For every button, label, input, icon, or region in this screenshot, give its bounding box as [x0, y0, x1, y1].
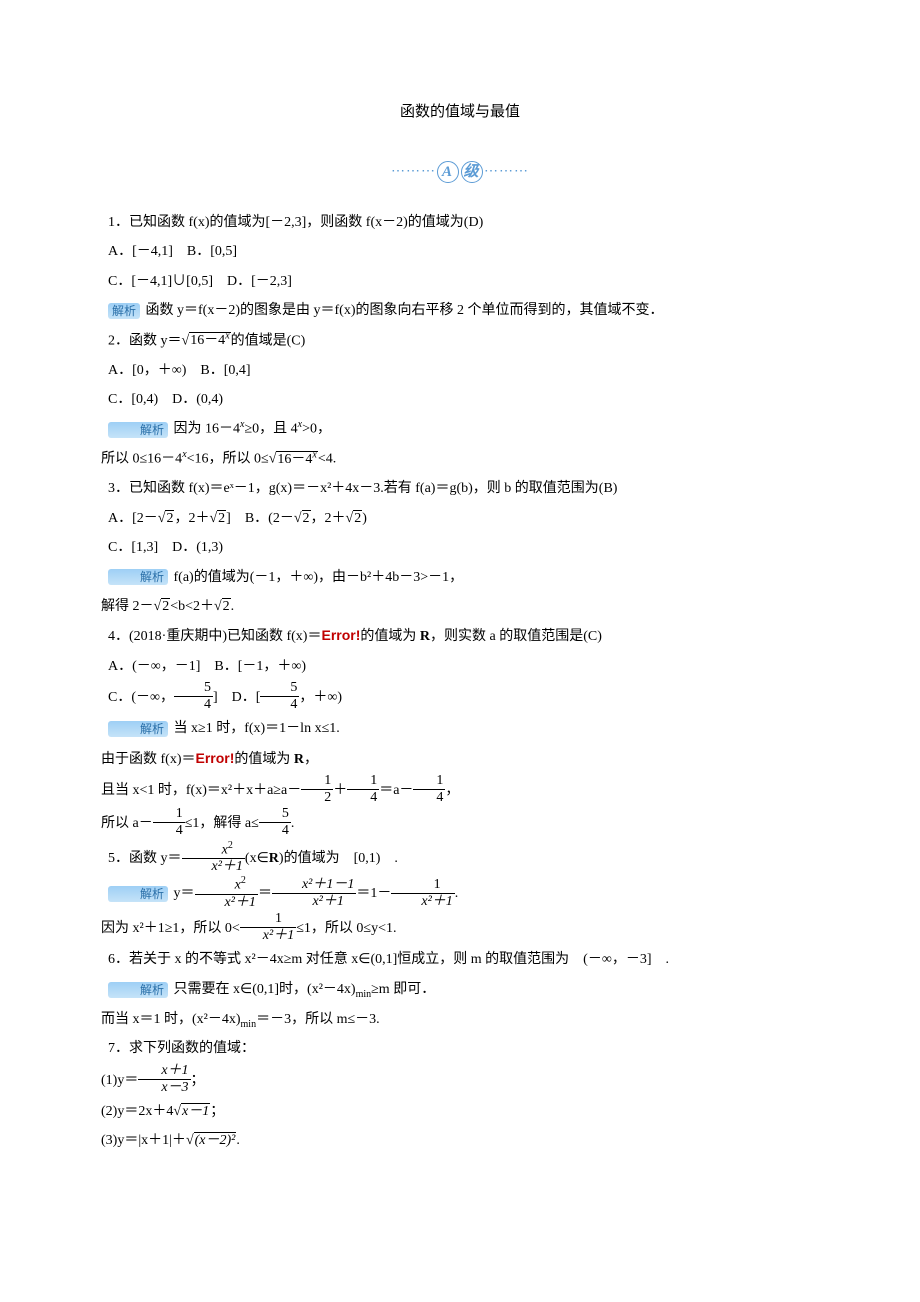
q5-ans-line2: 因为 x²＋1≥1，所以 0<1x²＋1≤1，所以 0≤y<1.: [80, 912, 840, 945]
q1-stem: 1．已知函数 f(x)的值域为[－2,3]，则函数 f(x－2)的值域为(D): [80, 208, 840, 237]
q1-opt-cd: C．[－4,1]∪[0,5] D．[－2,3]: [80, 267, 840, 296]
q5-ans-line1: 解析 y＝x2x²＋1＝x²＋1－1x²＋1＝1－1x²＋1.: [80, 876, 840, 912]
q1-answer: 解析 函数 y＝f(x－2)的图象是由 y＝f(x)的图象向右平移 2 个单位而…: [80, 296, 840, 325]
q2-ans-line1: 解析 因为 16－4x≥0，且 4x>0，: [80, 414, 840, 444]
q4-ans-line4: 所以 a－14≤1，解得 a≤54.: [80, 807, 840, 840]
q3-opt-ab: A．[2－√2，2＋√2] B．(2－√2，2＋√2): [80, 504, 840, 533]
q3-ans-line2: 解得 2－√2<b<2＋√2.: [80, 592, 840, 621]
exercise-page: 函数的值域与最值 ⋯⋯⋯A级⋯⋯⋯ 1．已知函数 f(x)的值域为[－2,3]，…: [0, 0, 920, 1216]
error-text: Error!: [196, 750, 235, 766]
solution-label: 解析: [108, 886, 168, 902]
q3-ans-line1: 解析 f(a)的值域为(－1，＋∞)，由－b²＋4b－3>－1，: [80, 563, 840, 592]
q4-ans-line3: 且当 x<1 时，f(x)＝x²＋x＋a≥a－12＋14＝a－14，: [80, 774, 840, 807]
q7-stem: 7．求下列函数的值域：: [80, 1034, 840, 1063]
badge-letter: A: [437, 161, 459, 183]
q3-opt-cd: C．[1,3] D．(1,3): [80, 533, 840, 562]
q6-ans-line2: 而当 x＝1 时，(x²－4x)min＝－3，所以 m≤－3.: [80, 1005, 840, 1035]
solution-label: 解析: [108, 569, 168, 585]
q2-opt-ab: A．[0，＋∞) B．[0,4]: [80, 356, 840, 385]
error-text: Error!: [321, 627, 360, 643]
q2-stem: 2．函数 y＝√16－4x的值域是(C): [80, 326, 840, 356]
page-title: 函数的值域与最值: [80, 100, 840, 121]
q1-solution-text: 函数 y＝f(x－2)的图象是由 y＝f(x)的图象向右平移 2 个单位而得到的…: [142, 303, 663, 318]
q3-stem: 3．已知函数 f(x)＝eˣ－1，g(x)＝－x²＋4x－3.若有 f(a)＝g…: [80, 474, 840, 503]
q4-opt-cd: C．(－∞，54] D．[54，＋∞): [80, 681, 840, 714]
solution-label: 解析: [108, 721, 168, 737]
q7-sub3: (3)y＝|x＋1|＋√(x－2)².: [80, 1126, 840, 1155]
solution-label: 解析: [108, 422, 168, 438]
badge-dots-right: ⋯⋯⋯: [484, 164, 529, 179]
q4-ans-line1: 解析 当 x≥1 时，f(x)＝1－ln x≤1.: [80, 714, 840, 743]
solution-label: 解析: [108, 303, 140, 319]
q6-ans-line1: 解析 只需要在 x∈(0,1]时，(x²－4x)min≥m 即可．: [80, 975, 840, 1005]
q5-stem: 5．函数 y＝x2x²＋1(x∈R)的值域为 [0,1) .: [80, 841, 840, 877]
badge-char: 级: [461, 161, 483, 183]
q7-sub2: (2)y＝2x＋4√x－1；: [80, 1097, 840, 1126]
q4-opt-ab: A．(－∞，－1] B．[－1，＋∞): [80, 652, 840, 681]
badge-dots-left: ⋯⋯⋯: [391, 164, 436, 179]
q4-ans-line2: 由于函数 f(x)＝Error!的值域为 R，: [80, 744, 840, 774]
level-badge: ⋯⋯⋯A级⋯⋯⋯: [80, 161, 840, 183]
q1-opt-ab: A．[－4,1] B．[0,5]: [80, 237, 840, 266]
q6-stem: 6．若关于 x 的不等式 x²－4x≥m 对任意 x∈(0,1]恒成立，则 m …: [80, 945, 840, 974]
solution-label: 解析: [108, 982, 168, 998]
q4-stem: 4．(2018·重庆期中)已知函数 f(x)＝Error!的值域为 R，则实数 …: [80, 621, 840, 651]
q2-ans-line2: 所以 0≤16－4x<16，所以 0≤√16－4x<4.: [80, 444, 840, 474]
q7-sub1: (1)y＝x＋1x－3；: [80, 1064, 840, 1097]
q2-opt-cd: C．[0,4) D．(0,4): [80, 385, 840, 414]
